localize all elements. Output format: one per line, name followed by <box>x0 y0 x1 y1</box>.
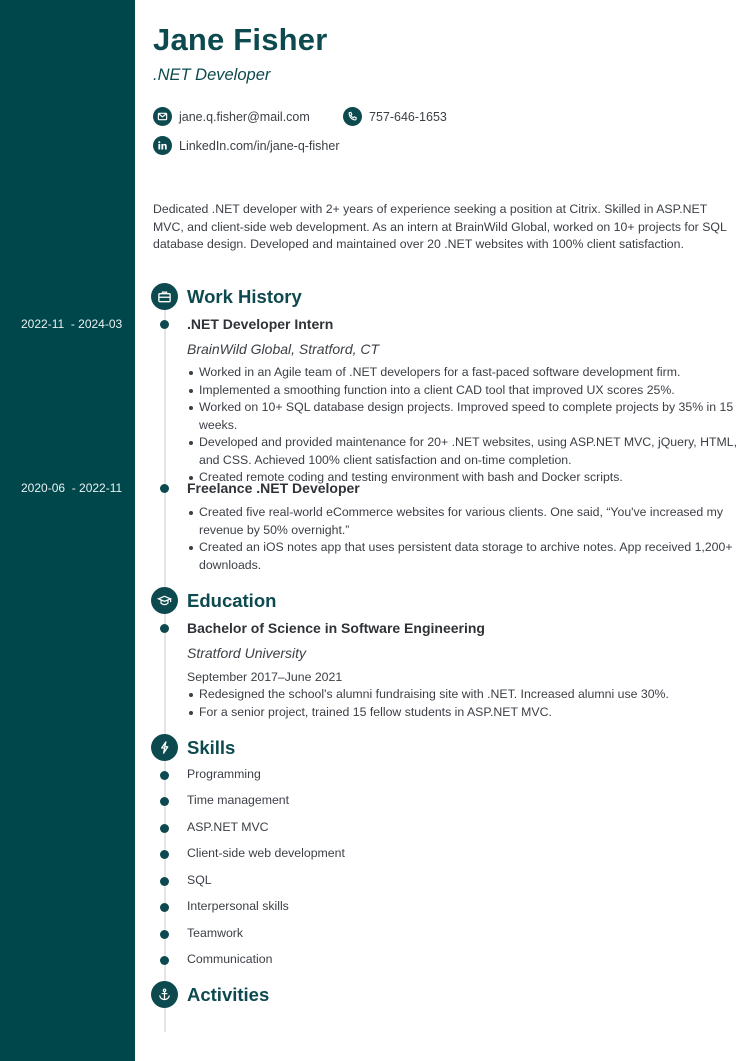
education-heading: Education <box>187 590 277 611</box>
job-1-title: .NET Developer Intern <box>187 316 334 332</box>
activities-heading: Activities <box>187 984 270 1005</box>
timeline-dot <box>160 771 169 780</box>
skill-item: Communication <box>187 952 273 966</box>
candidate-name: Jane Fisher <box>153 22 328 57</box>
job-2-bullets: Created five real-world eCommerce websit… <box>189 504 739 574</box>
job-2-dates: 2020-06 - 2022-11 <box>21 481 123 495</box>
work-history-heading: Work History <box>187 286 302 307</box>
skill-item: Interpersonal skills <box>187 899 289 913</box>
list-item: Worked in an Agile team of .NET develope… <box>189 364 739 382</box>
timeline-dot <box>160 624 169 633</box>
job-2-title: Freelance .NET Developer <box>187 480 360 496</box>
list-item: Implemented a smoothing function into a … <box>189 382 739 400</box>
skills-heading: Skills <box>187 737 236 758</box>
briefcase-icon <box>151 283 178 310</box>
timeline-dot <box>160 877 169 886</box>
list-item: Created an iOS notes app that uses persi… <box>189 539 739 574</box>
list-item: Developed and provided maintenance for 2… <box>189 434 739 469</box>
lightning-icon <box>151 734 178 761</box>
job-1-dates: 2022-11 - 2024-03 <box>21 317 123 331</box>
timeline-line <box>164 296 166 1032</box>
list-item: Redesigned the school's alumni fundraisi… <box>189 686 739 704</box>
timeline-dot <box>160 930 169 939</box>
education-bullets: Redesigned the school's alumni fundraisi… <box>189 686 739 722</box>
candidate-role: .NET Developer <box>153 66 271 84</box>
school-name: Stratford University <box>187 645 307 661</box>
skill-item: Teamwork <box>187 926 244 940</box>
list-item: Created five real-world eCommerce websit… <box>189 504 739 539</box>
timeline-dot <box>160 320 169 329</box>
timeline-dot <box>160 850 169 859</box>
anchor-icon <box>151 981 178 1008</box>
email-text[interactable]: jane.q.fisher@mail.com <box>179 110 310 124</box>
timeline-dot <box>160 903 169 912</box>
degree-title: Bachelor of Science in Software Engineer… <box>187 620 485 636</box>
skill-item: Client-side web development <box>187 846 345 860</box>
timeline-dot <box>160 797 169 806</box>
skill-item: ASP.NET MVC <box>187 820 269 834</box>
timeline-dot <box>160 824 169 833</box>
left-sidebar <box>0 0 135 1061</box>
skill-item: Time management <box>187 793 290 807</box>
graduation-cap-icon <box>151 587 178 614</box>
contact-phone[interactable]: 757-646-1653 <box>343 107 447 126</box>
skill-item: SQL <box>187 873 212 887</box>
contact-linkedin[interactable]: LinkedIn.com/in/jane-q-fisher <box>153 136 340 155</box>
timeline-dot <box>160 956 169 965</box>
phone-text[interactable]: 757-646-1653 <box>369 110 447 124</box>
linkedin-icon <box>153 136 172 155</box>
education-dates: September 2017–June 2021 <box>187 670 343 684</box>
mail-icon <box>153 107 172 126</box>
phone-icon <box>343 107 362 126</box>
timeline-dot <box>160 484 169 493</box>
professional-summary: Dedicated .NET developer with 2+ years o… <box>153 202 727 251</box>
skill-item: Programming <box>187 767 261 781</box>
job-1-bullets: Worked in an Agile team of .NET develope… <box>189 364 739 487</box>
contact-email[interactable]: jane.q.fisher@mail.com <box>153 107 310 126</box>
list-item: For a senior project, trained 15 fellow … <box>189 704 739 722</box>
list-item: Worked on 10+ SQL database design projec… <box>189 399 739 434</box>
linkedin-text[interactable]: LinkedIn.com/in/jane-q-fisher <box>179 139 340 153</box>
job-1-company: BrainWild Global, Stratford, CT <box>187 341 380 357</box>
